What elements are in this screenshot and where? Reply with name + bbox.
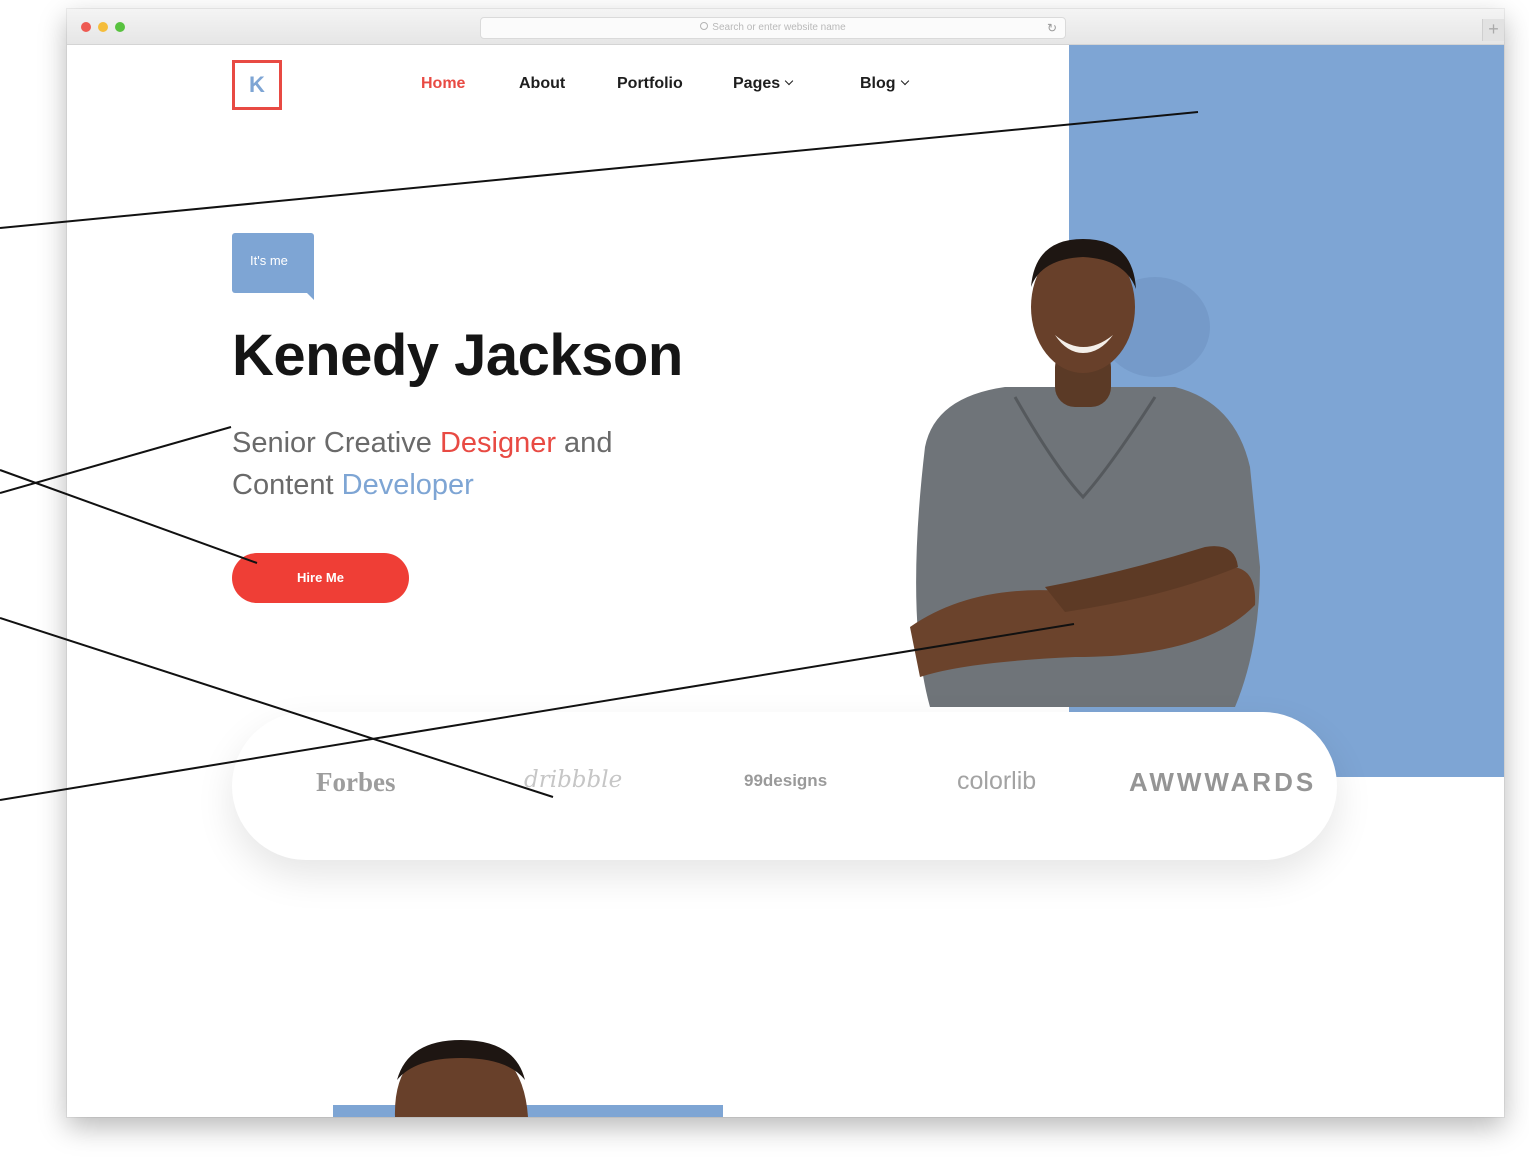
annotation-lines <box>0 111 1199 801</box>
screenshot-stage: Search or enter website name ↻ + K Home … <box>0 0 1529 1161</box>
